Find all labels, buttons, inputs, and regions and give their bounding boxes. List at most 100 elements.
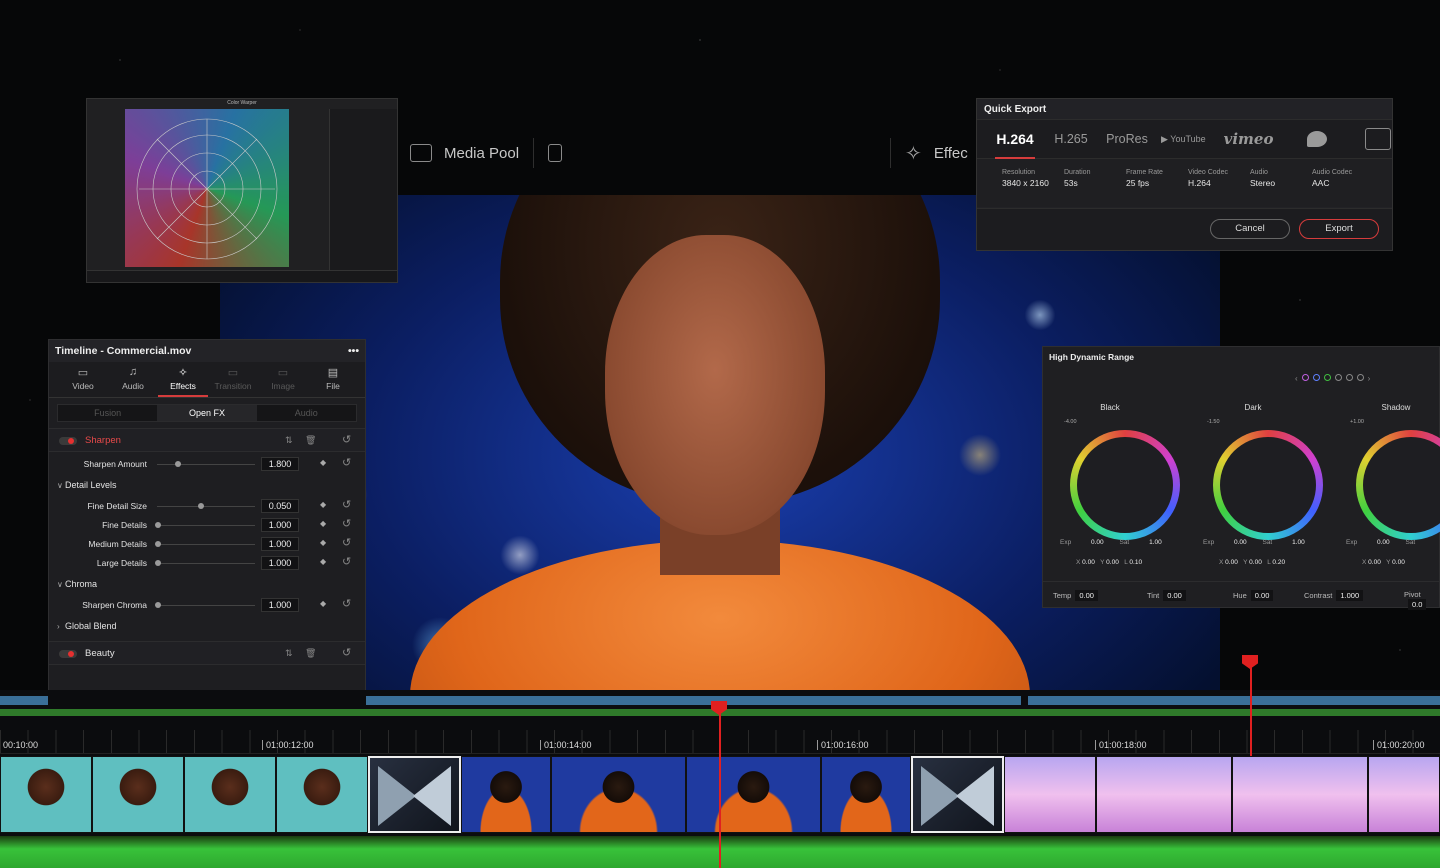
color-wheel[interactable] <box>1213 430 1323 540</box>
playhead[interactable] <box>719 702 721 868</box>
keyframe-icon[interactable]: ◆ <box>320 519 326 528</box>
timeline[interactable]: 00:10:00 01:00:12:00 01:00:14:00 01:00:1… <box>0 690 1440 868</box>
tab-audio[interactable]: ♫ Audio <box>108 362 158 397</box>
sharpen-chroma-slider[interactable] <box>155 602 255 608</box>
slider-knob[interactable] <box>198 503 204 509</box>
video-clip[interactable] <box>1004 756 1096 833</box>
transition-clip[interactable] <box>368 756 461 833</box>
fine-detail-size-slider[interactable] <box>157 503 255 509</box>
effects-button[interactable]: ✧ Effec <box>905 141 968 166</box>
wheel-black[interactable]: Black -4.00 Exp 0.00 Sat 1.00 X 0.00 Y 0… <box>1040 397 1180 566</box>
tab-image[interactable]: ▭ Image <box>258 362 308 397</box>
reset-icon[interactable]: ↺ <box>342 429 351 452</box>
slider-knob[interactable] <box>175 461 181 467</box>
subtab-fusion[interactable]: Fusion <box>58 405 157 421</box>
hue-control[interactable]: Hue 0.00 <box>1233 590 1274 601</box>
zone-dot[interactable] <box>1301 374 1309 381</box>
keyframe-icon[interactable]: ◆ <box>320 500 326 509</box>
large-details-slider[interactable] <box>155 560 255 566</box>
keyframe-icon[interactable]: ◆ <box>320 458 326 467</box>
keyframe-icon[interactable]: ◆ <box>320 557 326 566</box>
color-wheel[interactable] <box>1356 430 1440 540</box>
upper-clip[interactable] <box>366 696 1021 705</box>
twitter-icon[interactable] <box>1307 131 1328 147</box>
pivot-control[interactable]: Pivot0.0 <box>1404 590 1439 610</box>
fine-details-input[interactable]: 1.000 <box>261 518 299 532</box>
sharpen-header[interactable]: Sharpen ⇅ 🗑 ↺ <box>49 428 365 452</box>
share-icon[interactable] <box>1365 128 1392 150</box>
sharpen-toggle[interactable] <box>59 437 77 445</box>
trash-icon[interactable]: 🗑 <box>305 429 316 452</box>
video-clip[interactable] <box>0 756 92 833</box>
tint-value[interactable]: 0.00 <box>1163 590 1186 601</box>
tab-h265[interactable]: H.265 <box>1043 132 1099 146</box>
tab-effects[interactable]: ✧ Effects <box>158 362 208 397</box>
video-clip[interactable] <box>184 756 276 833</box>
reset-icon[interactable]: ↺ <box>342 536 351 549</box>
reset-icon[interactable]: ↺ <box>342 642 351 665</box>
video-clip[interactable] <box>1096 756 1232 833</box>
chevron-left-icon[interactable]: ‹ <box>1295 374 1298 383</box>
medium-details-slider[interactable] <box>155 541 255 547</box>
tab-vimeo[interactable]: vimeo <box>1224 130 1274 148</box>
tab-h264[interactable]: H.264 <box>987 131 1043 159</box>
video-clip[interactable] <box>92 756 184 833</box>
upper-clip[interactable] <box>1028 696 1440 705</box>
reset-icon[interactable]: ↺ <box>342 555 351 568</box>
trash-icon[interactable]: 🗑 <box>305 642 316 665</box>
hue-value[interactable]: 0.00 <box>1250 590 1274 601</box>
x-value[interactable]: 0.00 <box>1082 559 1095 566</box>
upper-clip[interactable] <box>0 696 48 705</box>
l-value[interactable]: 0.20 <box>1272 559 1285 566</box>
tint-control[interactable]: Tint 0.00 <box>1147 590 1186 601</box>
detail-levels-section[interactable]: ∨ Detail Levels <box>49 474 365 497</box>
slider-knob[interactable] <box>155 522 161 528</box>
video-clip[interactable] <box>461 756 551 833</box>
wheel-shadow[interactable]: Shadow +1.00 Exp 0.00 Sat X 0.00 Y 0.00 <box>1326 397 1440 566</box>
tab-transition[interactable]: ▭ Transition <box>208 362 258 397</box>
reset-icon[interactable]: ↺ <box>342 498 351 511</box>
fine-detail-size-input[interactable]: 0.050 <box>261 499 299 513</box>
slider-knob[interactable] <box>155 602 161 608</box>
l-value[interactable]: 0.10 <box>1129 559 1142 566</box>
media-pool-button[interactable]: Media Pool <box>410 144 519 162</box>
transition-clip[interactable] <box>911 756 1004 833</box>
y-value[interactable]: 0.00 <box>1249 559 1262 566</box>
chevron-right-icon[interactable]: › <box>1368 374 1371 383</box>
video-clip[interactable] <box>551 756 686 833</box>
subtab-audio[interactable]: Audio <box>257 405 356 421</box>
zone-dot[interactable] <box>1356 374 1364 381</box>
sat-value[interactable]: 1.00 <box>1292 539 1305 546</box>
updown-icon[interactable]: ⇅ <box>285 642 293 665</box>
global-blend-section[interactable]: › Global Blend <box>49 615 365 638</box>
exp-value[interactable]: 0.00 <box>1091 539 1104 546</box>
beauty-header[interactable]: Beauty ⇅ 🗑 ↺ <box>49 641 365 665</box>
temp-value[interactable]: 0.00 <box>1075 590 1098 601</box>
tab-file[interactable]: ▤ File <box>308 362 358 397</box>
color-warper-window[interactable]: Color Warper <box>86 98 398 283</box>
keyframe-icon[interactable]: ◆ <box>320 538 326 547</box>
tab-youtube[interactable]: ▶ YouTube <box>1161 134 1206 145</box>
y-value[interactable]: 0.00 <box>1106 559 1119 566</box>
reset-icon[interactable]: ↺ <box>342 597 351 610</box>
video-clip[interactable] <box>821 756 911 833</box>
more-icon[interactable]: ••• <box>348 345 359 357</box>
slider-knob[interactable] <box>155 560 161 566</box>
reset-icon[interactable]: ↺ <box>342 456 351 469</box>
zone-dot[interactable] <box>1334 374 1342 381</box>
sharpen-chroma-input[interactable]: 1.000 <box>261 598 299 612</box>
beauty-toggle[interactable] <box>59 650 77 658</box>
zone-dot[interactable] <box>1312 374 1320 381</box>
video-clip[interactable] <box>1232 756 1368 833</box>
color-wheel[interactable] <box>1070 430 1180 540</box>
tab-prores[interactable]: ProRes <box>1099 132 1155 146</box>
video-clip[interactable] <box>686 756 821 833</box>
color-warper-mesh[interactable] <box>125 109 289 267</box>
x-value[interactable]: 0.00 <box>1368 559 1381 566</box>
export-button[interactable]: Export <box>1299 219 1379 239</box>
exp-value[interactable]: 0.00 <box>1234 539 1247 546</box>
medium-details-input[interactable]: 1.000 <box>261 537 299 551</box>
zone-dot[interactable] <box>1323 374 1331 381</box>
warper-tools-panel[interactable] <box>329 109 397 279</box>
panel-icon[interactable] <box>548 144 563 162</box>
